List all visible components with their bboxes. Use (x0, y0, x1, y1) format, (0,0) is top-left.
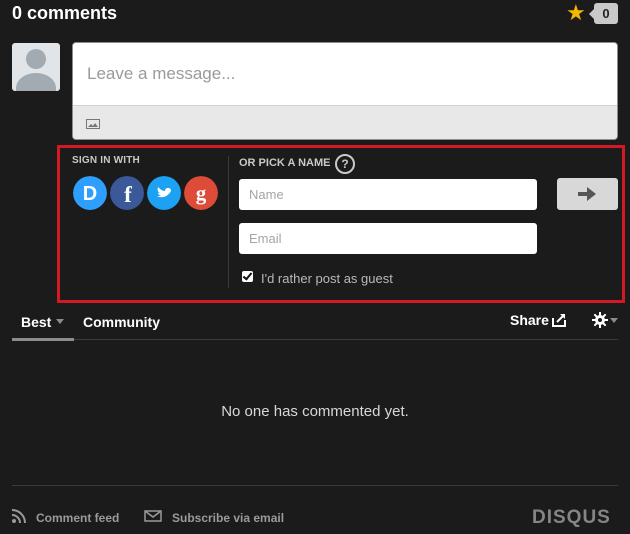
settings-dropdown-icon[interactable] (610, 318, 618, 323)
star-icon[interactable]: ★ (566, 1, 586, 25)
mail-icon[interactable] (144, 510, 162, 522)
star-count-badge: 0 (589, 3, 618, 24)
disqus-logo[interactable]: DISQUS (532, 507, 611, 529)
composer-toolbar (73, 105, 617, 139)
help-icon[interactable]: ? (335, 154, 355, 174)
pick-name-label: OR PICK A NAME (239, 157, 331, 169)
name-input[interactable] (239, 179, 537, 210)
guest-checkbox[interactable] (242, 271, 253, 282)
email-input[interactable] (239, 223, 537, 254)
share-icon[interactable] (551, 312, 567, 328)
gear-icon[interactable] (592, 312, 608, 328)
svg-text:D: D (83, 183, 97, 205)
guest-label: I'd rather post as guest (261, 271, 393, 286)
message-input[interactable] (73, 43, 617, 104)
svg-text:f: f (124, 182, 132, 207)
google-login-icon[interactable]: g (184, 176, 218, 210)
auth-divider (228, 156, 229, 288)
tab-best[interactable]: Best (21, 314, 51, 330)
subscribe-email-link[interactable]: Subscribe via email (172, 511, 284, 525)
image-icon[interactable] (86, 119, 100, 129)
avatar (12, 43, 60, 91)
sign-in-label: SIGN IN WITH (72, 155, 140, 166)
avatar-body (16, 73, 56, 91)
footer-rule (12, 485, 618, 486)
active-tab-underline (12, 338, 74, 341)
empty-state-message: No one has commented yet. (221, 403, 409, 420)
tab-best-dropdown-icon[interactable] (56, 319, 64, 324)
disqus-login-icon[interactable]: D (73, 176, 107, 210)
tab-rule (12, 339, 618, 340)
twitter-login-icon[interactable] (147, 176, 181, 210)
comment-count: 0 comments (12, 3, 118, 23)
avatar-head (26, 49, 46, 69)
submit-button[interactable] (557, 178, 618, 210)
svg-text:g: g (196, 181, 207, 205)
arrow-right-icon (578, 187, 596, 201)
share-label[interactable]: Share (510, 312, 549, 328)
message-composer (72, 42, 618, 140)
rss-icon[interactable] (12, 509, 26, 523)
facebook-login-icon[interactable]: f (110, 176, 144, 210)
tab-community[interactable]: Community (83, 314, 160, 330)
comment-feed-link[interactable]: Comment feed (36, 511, 119, 525)
